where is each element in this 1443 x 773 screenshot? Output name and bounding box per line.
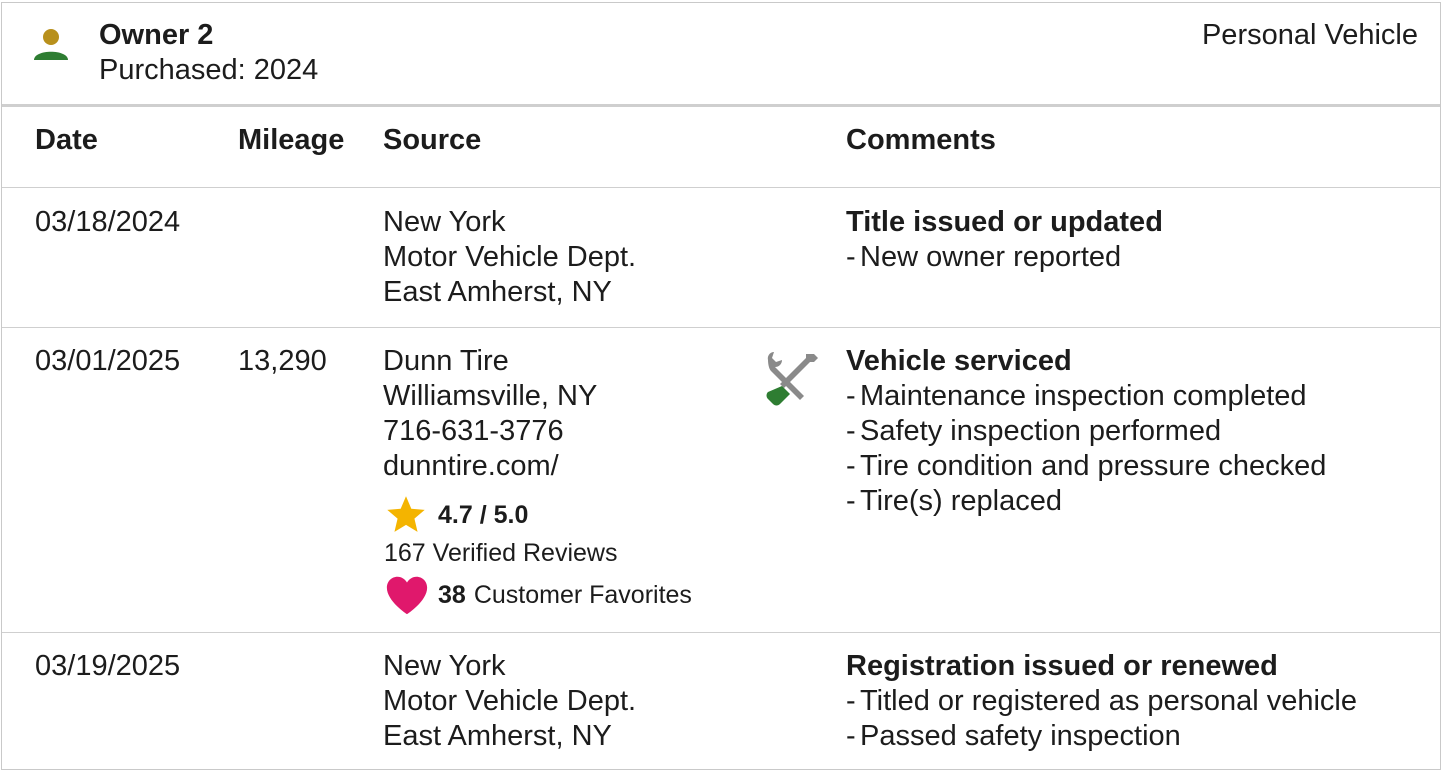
record-source: New York Motor Vehicle Dept. East Amhers… <box>383 205 636 310</box>
source-line: New York <box>383 206 506 238</box>
source-line: Williamsville, NY <box>383 380 598 412</box>
comment-title: Vehicle serviced <box>846 345 1072 377</box>
source-line: East Amherst, NY <box>383 276 612 308</box>
vehicle-usage-type: Personal Vehicle <box>1201 19 1418 51</box>
record-date: 03/01/2025 <box>35 345 181 377</box>
source-shop-name: Dunn Tire <box>383 345 509 377</box>
record-comments: Title issued or updated New owner report… <box>846 205 1163 275</box>
comment-item: Titled or registered as personal vehicle <box>846 684 1357 719</box>
record-source: Dunn Tire Williamsville, NY 716-631-3776… <box>383 344 597 484</box>
comment-item: Tire condition and pressure checked <box>846 449 1326 484</box>
source-line: Motor Vehicle Dept. <box>383 241 637 273</box>
comment-title: Title issued or updated <box>846 206 1163 238</box>
comment-item: Passed safety inspection <box>846 719 1357 754</box>
comment-item: Maintenance inspection completed <box>846 379 1326 414</box>
record-date: 03/19/2025 <box>35 650 181 682</box>
source-phone[interactable]: 716-631-3776 <box>383 414 597 449</box>
column-header-source: Source <box>383 124 482 156</box>
source-line: East Amherst, NY <box>383 720 612 752</box>
record-mileage: 13,290 <box>238 345 327 377</box>
star-icon <box>387 496 425 532</box>
comment-item: Safety inspection performed <box>846 414 1326 449</box>
column-header-date: Date <box>35 124 98 156</box>
owner-history-card: Owner 2 Purchased: 2024 Personal Vehicle… <box>1 2 1441 770</box>
comment-item: Tire(s) replaced <box>846 484 1326 519</box>
rating-value: 4.7 / 5.0 <box>438 500 529 529</box>
source-line: Motor Vehicle Dept. <box>383 685 637 717</box>
record-comments: Registration issued or renewed Titled or… <box>846 649 1357 754</box>
owner-header: Owner 2 Purchased: 2024 Personal Vehicle <box>2 3 1440 107</box>
row-divider <box>2 327 1440 328</box>
column-header-mileage: Mileage <box>238 124 345 156</box>
verified-reviews-link[interactable]: 167 Verified Reviews <box>384 539 617 568</box>
record-date: 03/18/2024 <box>35 206 181 238</box>
comment-item: New owner reported <box>846 240 1163 275</box>
owner-purchased-year: Purchased: 2024 <box>99 54 319 86</box>
column-header-comments: Comments <box>846 124 996 156</box>
customer-favorites: 38 Customer Favorites <box>384 573 692 617</box>
record-source: New York Motor Vehicle Dept. East Amhers… <box>383 649 636 754</box>
owner-title: Owner 2 <box>99 19 214 51</box>
favorites-label: Customer Favorites <box>473 580 692 609</box>
shop-rating: 4.7 / 5.0 <box>384 493 528 537</box>
person-icon <box>34 29 68 60</box>
header-divider <box>2 187 1440 188</box>
row-divider <box>2 632 1440 633</box>
record-comments: Vehicle serviced Maintenance inspection … <box>846 344 1326 519</box>
wrench-screwdriver-icon <box>766 352 818 406</box>
heart-icon <box>386 576 428 615</box>
comment-title: Registration issued or renewed <box>846 650 1278 682</box>
source-website-link[interactable]: dunntire.com/ <box>383 449 597 484</box>
favorites-count: 38 <box>438 580 466 609</box>
source-line: New York <box>383 650 506 682</box>
